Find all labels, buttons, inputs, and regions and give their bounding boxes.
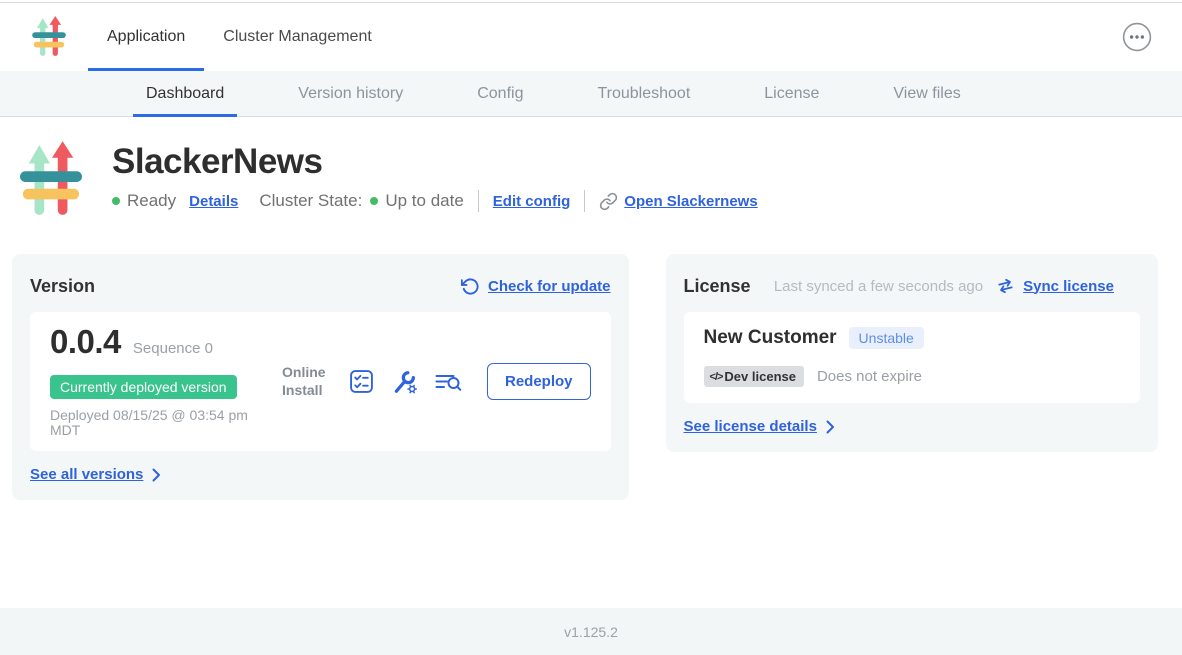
see-license-details-label: See license details [684,418,817,435]
subnav-view-files[interactable]: View files [893,71,960,116]
main-content: SlackerNews Ready Details Cluster State:… [0,117,1182,500]
sequence-label: Sequence 0 [133,332,213,366]
cluster-state-dot [370,197,378,205]
edit-config-link[interactable]: Edit config [493,193,571,210]
tab-application[interactable]: Application [107,3,185,71]
sync-license-link[interactable]: Sync license [1023,278,1114,295]
version-number: 0.0.4 [50,325,121,359]
checklist-icon [349,369,374,394]
console-footer: v1.125.2 [0,608,1182,655]
app-status-dot [112,197,120,205]
overflow-menu-button[interactable] [1122,22,1152,52]
version-card-title: Version [30,276,95,297]
app-subnav: Dashboard Version history Config Trouble… [0,71,1182,117]
divider [478,190,479,212]
see-license-details-link[interactable]: See license details [684,418,835,435]
license-card-title: License [684,276,751,297]
open-app-label: Open Slackernews [624,193,757,210]
subnav-view-files-label: View files [893,85,960,103]
see-all-versions-label: See all versions [30,466,143,483]
subnav-config-label: Config [477,85,523,103]
license-type-tag: </> Dev license [704,366,804,387]
cluster-state-label: Cluster State: [259,191,362,211]
redeploy-button[interactable]: Redeploy [487,363,591,400]
subnav-config[interactable]: Config [477,71,523,116]
open-app-link[interactable]: Open Slackernews [599,192,757,211]
tab-cluster-management[interactable]: Cluster Management [223,3,372,71]
version-card: Version Check for update 0.0.4 Sequence … [12,254,629,500]
deployed-timestamp: Deployed 08/15/25 @ 03:54 pm MDT [50,408,255,438]
check-for-update-link[interactable]: Check for update [488,278,611,295]
deployed-badge: Currently deployed version [50,375,237,399]
chain-link-icon [599,192,618,211]
subnav-license[interactable]: License [764,71,819,116]
tab-cluster-management-label: Cluster Management [223,28,372,46]
app-header: SlackerNews Ready Details Cluster State:… [0,117,1182,219]
current-version-panel: 0.0.4 Sequence 0 Currently deployed vers… [30,312,611,451]
console-version: v1.125.2 [564,624,618,640]
chevron-right-icon [152,468,161,482]
rotate-ccw-icon [461,277,480,296]
subnav-dashboard[interactable]: Dashboard [146,71,224,116]
primary-tabs: Application Cluster Management [107,3,410,71]
customer-name: New Customer [704,327,837,349]
subnav-dashboard-label: Dashboard [146,85,224,103]
code-icon: </> [710,371,723,383]
lines-magnifier-icon [434,370,463,394]
deploy-logs-button[interactable] [434,370,463,394]
subnav-license-label: License [764,85,819,103]
edit-config-icon-button[interactable] [391,369,417,395]
subnav-troubleshoot[interactable]: Troubleshoot [597,71,690,116]
subnav-version-history-label: Version history [298,85,403,103]
last-synced-text: Last synced a few seconds ago [774,278,983,295]
chevron-right-icon [826,420,835,434]
license-type-label: Dev license [724,369,796,384]
license-expiry-text: Does not expire [817,368,922,385]
status-details-link[interactable]: Details [189,193,238,210]
swap-arrows-icon [994,275,1017,297]
see-all-versions-link[interactable]: See all versions [30,466,161,483]
license-panel: New Customer Unstable </> Dev license Do… [684,312,1140,403]
top-nav: Application Cluster Management [0,3,1182,71]
app-status-row: Ready Details Cluster State: Up to date … [112,190,758,212]
subnav-version-history[interactable]: Version history [298,71,403,116]
tab-application-label: Application [107,28,185,46]
subnav-troubleshoot-label: Troubleshoot [597,85,690,103]
app-icon [20,141,82,219]
license-card: License Last synced a few seconds ago Sy… [666,254,1158,452]
preflight-checks-button[interactable] [349,369,374,394]
app-status-text: Ready [127,191,176,211]
divider [584,190,585,212]
dashboard-cards: Version Check for update 0.0.4 Sequence … [0,219,1182,500]
channel-badge: Unstable [849,327,924,349]
install-type-label: Online Install [282,364,332,399]
ellipsis-circle-icon [1122,22,1152,52]
cluster-state-text: Up to date [385,191,463,211]
page-title: SlackerNews [112,141,758,183]
wrench-gear-icon [391,369,417,395]
app-logo-icon[interactable] [32,16,66,58]
